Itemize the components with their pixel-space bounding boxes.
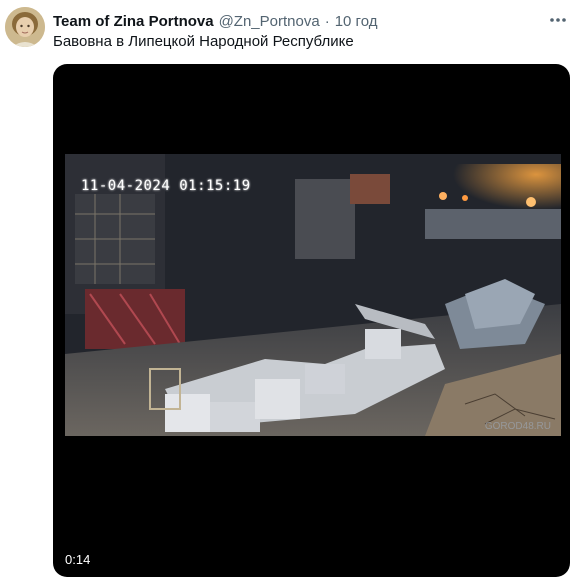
video-watermark: GOROD48.RU — [484, 421, 551, 432]
avatar-portrait-icon — [5, 7, 45, 47]
separator-dot: · — [324, 12, 330, 30]
video-duration: 0:14 — [65, 552, 91, 567]
cctv-scene-image — [65, 154, 561, 436]
video-frame[interactable]: 11-04-2024 01:15:19 GOROD48.RU — [65, 154, 561, 436]
more-horizontal-icon — [550, 18, 566, 22]
video-timestamp: 11-04-2024 01:15:19 — [81, 178, 251, 194]
tweet-time[interactable]: 10 год — [335, 13, 378, 30]
avatar[interactable] — [5, 7, 45, 47]
author-name[interactable]: Team of Zina Portnova — [53, 13, 214, 30]
tweet-header: Team of Zina Portnova @Zn_Portnova · 10 … — [53, 11, 548, 31]
author-handle[interactable]: @Zn_Portnova — [219, 13, 320, 30]
tweet-text: Бавовна в Липецкой Народной Республике — [53, 33, 354, 50]
video-player[interactable]: 11-04-2024 01:15:19 GOROD48.RU 0:14 — [53, 64, 570, 577]
more-options-button[interactable] — [546, 10, 570, 30]
